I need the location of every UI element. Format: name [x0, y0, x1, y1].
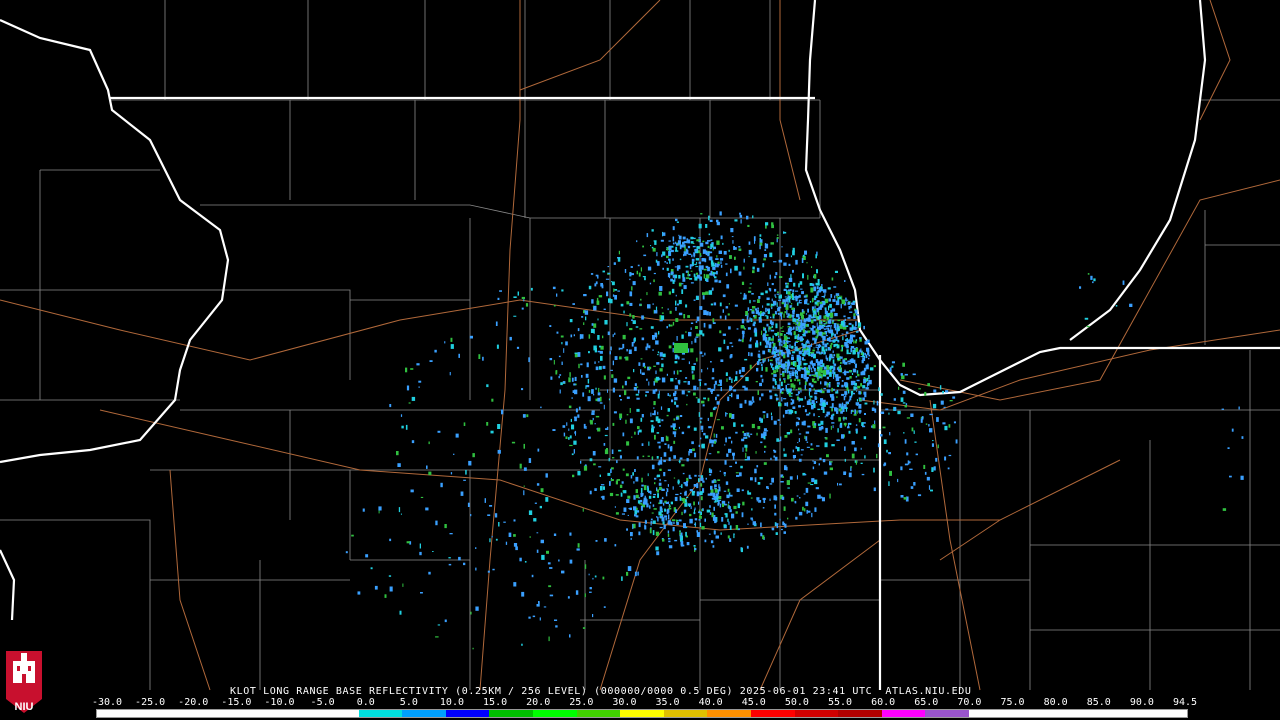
- scale-color-segment: [968, 710, 1013, 717]
- scale-tick-label: 94.5: [1172, 697, 1198, 708]
- scale-color-segment: [358, 710, 403, 717]
- scale-color-segment: [227, 710, 272, 717]
- scale-color-segment: [1143, 710, 1187, 717]
- scale-tick-label: -20.0: [178, 697, 209, 708]
- scale-tick-label: 90.0: [1129, 697, 1154, 708]
- scale-tick-label: 30.0: [612, 697, 637, 708]
- scale-tick-label: -30.0: [91, 697, 123, 708]
- niu-logo: NIU: [4, 647, 44, 715]
- scale-color-segment: [794, 710, 839, 717]
- scale-color-segment: [140, 710, 185, 717]
- product-caption: KLOT LONG RANGE BASE REFLECTIVITY (0.25K…: [230, 686, 972, 697]
- scale-color-segment: [271, 710, 315, 717]
- scale-tick-label: 50.0: [784, 697, 809, 708]
- scale-tick-label: 20.0: [526, 697, 551, 708]
- scale-color-segment: [750, 710, 795, 717]
- scale-color-segment: [184, 710, 228, 717]
- reflectivity-color-scale: [96, 709, 1188, 718]
- scale-tick-label: 45.0: [741, 697, 766, 708]
- scale-tick-label: 40.0: [698, 697, 723, 708]
- scale-tick-label: -25.0: [135, 697, 166, 708]
- logo-text: NIU: [14, 701, 34, 713]
- scale-tick-label: 75.0: [1000, 697, 1025, 708]
- scale-tick-label: 5.0: [399, 697, 418, 708]
- scale-tick-label: 0.0: [356, 697, 375, 708]
- scale-color-segment: [532, 710, 577, 717]
- scale-tick-label: 65.0: [914, 697, 939, 708]
- scale-tick-labels: -30.0 -25.0 -20.0 -15.0 -10.0 -5.0 0.0 5.0 10.0 1…: [91, 697, 1198, 709]
- scale-color-segment: [1099, 710, 1144, 717]
- scale-tick-label: 60.0: [871, 697, 896, 708]
- scale-color-segment: [1012, 710, 1057, 717]
- scale-color-segment: [314, 710, 359, 717]
- scale-color-segment: [1056, 710, 1100, 717]
- scale-color-segment: [402, 710, 446, 717]
- scale-tick-label: 55.0: [827, 697, 853, 708]
- scale-tick-label: 80.0: [1043, 697, 1068, 708]
- scale-tick-label: -5.0: [310, 697, 335, 708]
- scale-color-segment: [925, 710, 969, 717]
- scale-tick-label: 35.0: [655, 697, 680, 708]
- scale-color-segment: [881, 710, 926, 717]
- radar-map: [0, 0, 1280, 720]
- scale-tick-label: -10.0: [264, 697, 295, 708]
- scale-color-segment: [576, 710, 621, 717]
- scale-tick-label: 70.0: [957, 697, 982, 708]
- scale-color-segment: [489, 710, 533, 717]
- scale-color-segment: [707, 710, 751, 717]
- scale-tick-label: 10.0: [439, 697, 464, 708]
- scale-color-segment: [838, 710, 882, 717]
- scale-color-segment: [663, 710, 708, 717]
- scale-tick-label: 25.0: [569, 697, 594, 708]
- scale-color-segment: [620, 710, 664, 717]
- scale-tick-label: 15.0: [483, 697, 508, 708]
- scale-tick-label: -15.0: [221, 697, 252, 708]
- scale-color-segment: [445, 710, 490, 717]
- scale-color-segment: [97, 710, 141, 717]
- scale-tick-label: 85.0: [1086, 697, 1111, 708]
